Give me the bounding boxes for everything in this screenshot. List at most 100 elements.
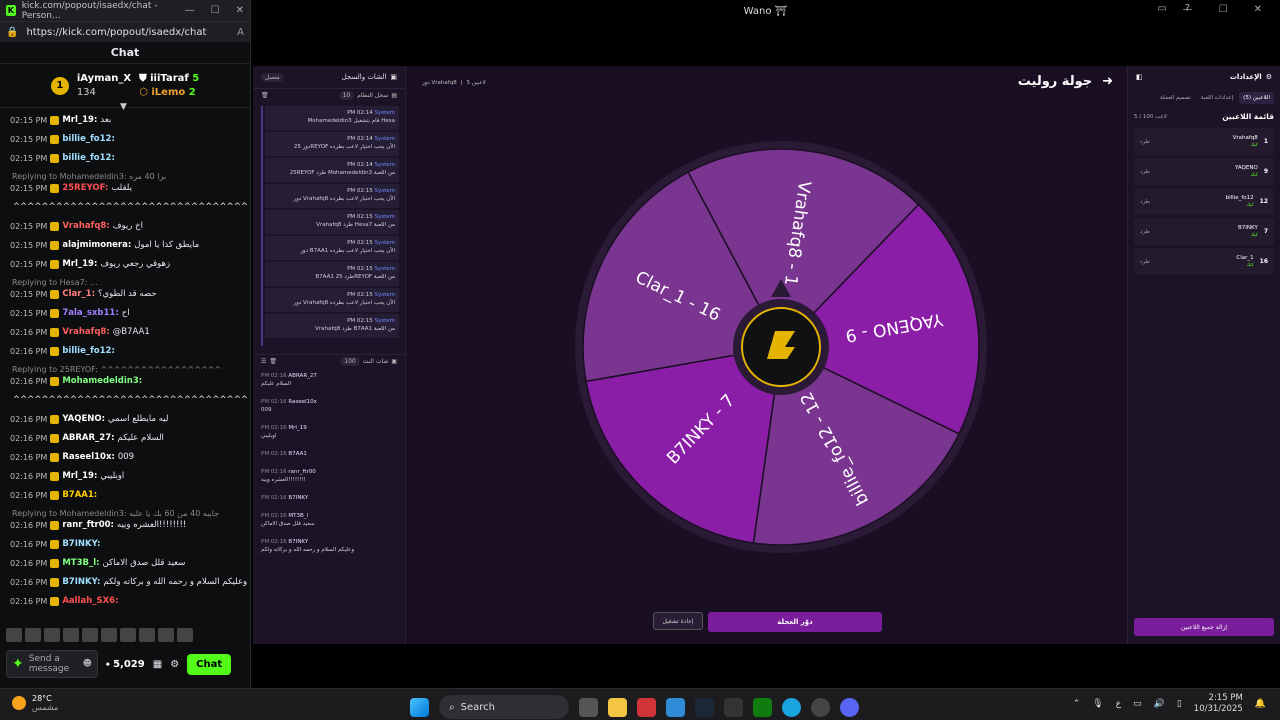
chat-message[interactable]: ^^^^^^^^^^^^^^^^^^^^^^^^^^^^^^^^^^^ [10,395,248,406]
message-username[interactable]: Aallah_SX6: [62,596,118,607]
emote-icon[interactable] [6,628,22,642]
leader-second[interactable]: ⛊ iiiTaraf 5 ⬡ iLemo 2 [139,73,199,98]
message-username[interactable]: Raseel10x: [62,452,115,463]
message-username[interactable]: 7ala_sxb11: [62,308,118,319]
message-username[interactable]: alajmimonera: [62,240,131,251]
store-icon[interactable]: ▦ [153,659,162,670]
url-text[interactable]: https://kick.com/popout/isaedx/chat [26,27,206,38]
message-username[interactable]: B7AA1: [62,490,97,501]
network-icon[interactable]: ▭ [1133,699,1142,709]
reply-context[interactable]: Replying to Mohamedeldin3: برا 40 مره [10,172,248,181]
chat-message[interactable]: 02:16 PM YAQENO: ليه مايطلع اسمي [10,414,248,425]
remove-player-button[interactable]: طرد [1140,199,1150,205]
reader-icon[interactable]: A [237,27,244,38]
weather-widget[interactable]: 28°C مشمس [12,694,58,712]
close-icon[interactable]: ✕ [1254,4,1262,15]
remove-player-button[interactable]: طرد [1140,229,1150,235]
maximize-icon[interactable]: ☐ [1219,4,1228,15]
volume-icon[interactable]: 🔊 [1154,699,1165,709]
steam-icon[interactable] [695,697,714,717]
chat-message[interactable]: 02:16 PM Mohamedeldin3: [10,376,248,387]
roulette-wheel[interactable]: Vrahafq8 - 1YAQENO - 9billie_fo12 - 12B7… [566,132,996,562]
settings-gear-icon[interactable]: ⚙ [170,659,179,670]
discord-icon[interactable] [840,697,859,717]
message-username[interactable]: Mohamedeldin3: [62,376,142,387]
language-indicator[interactable]: ع [1116,699,1121,709]
collapse-icon[interactable]: ◧ [1136,73,1143,81]
maximize-icon[interactable]: ☐ [211,5,220,16]
message-username[interactable]: B7INKY: [62,577,100,588]
message-username[interactable]: Clar_1: [62,289,95,300]
tab-wheel-design[interactable]: تصميم العجلة [1156,92,1195,104]
chrome-icon[interactable] [811,697,830,717]
chat-message[interactable]: 02:15 PM Mrl_19: بعد [10,115,248,126]
message-username[interactable]: YAQENO: [62,414,105,425]
notification-icon[interactable]: 🔔 [1255,699,1266,709]
file-explorer-icon[interactable] [608,697,627,717]
points-balance[interactable]: ⬩ 5,029 [106,659,145,670]
task-view-icon[interactable] [579,697,598,717]
message-username[interactable]: billie_fo12: [62,153,115,164]
reply-context[interactable]: Replying to Hesa7: ... [10,278,248,287]
trash-icon[interactable]: 🗑 [269,358,277,365]
chevron-up-icon[interactable]: ⌃ [1073,699,1081,709]
windows-start-icon[interactable] [410,697,429,717]
trash-icon[interactable]: 🗑 [261,92,269,99]
chat-message[interactable]: 02:16 PM Raseel10x: 009 [10,452,248,463]
close-icon[interactable]: ✕ [236,5,244,16]
screen-icon[interactable]: ▭ [1157,3,1166,14]
chat-message[interactable]: 02:16 PM billie_fo12: [10,346,248,357]
message-username[interactable]: B7INKY: [62,539,100,550]
remove-player-button[interactable]: طرد [1140,259,1150,265]
message-username[interactable]: billie_fo12: [62,346,115,357]
back-arrow-icon[interactable]: ➜ [1102,74,1113,89]
emote-icon[interactable] [44,628,60,642]
emote-icon[interactable] [139,628,155,642]
reply-context[interactable]: Replying to Mohamedeldin3: جايبه 40 من 6… [10,509,248,518]
leader-first[interactable]: iAyman_X 134 [77,73,131,98]
clock[interactable]: 2:15 PM 10/31/2025 [1194,693,1243,715]
chat-message[interactable]: 02:15 PM Clar_1: حصه قد الطوي؟ [10,289,248,300]
chat-message[interactable]: 02:16 PM B7INKY: [10,539,248,550]
chat-message[interactable]: 02:15 PM billie_fo12: [10,153,248,164]
message-username[interactable]: 25REYOF: [62,183,108,194]
taskbar-search[interactable]: ⌕ Search [439,695,569,719]
message-username[interactable]: Vrahafq8: [62,327,109,338]
epic-icon[interactable] [724,697,743,717]
emote-icon[interactable] [177,628,193,642]
app-icon[interactable] [637,697,656,717]
message-username[interactable]: ABRAR_27: [62,433,114,444]
tab-players[interactable]: اللاعبين (5) [1239,92,1274,104]
chat-input[interactable]: ✦ Send a message ☻ [6,650,98,678]
remove-player-button[interactable]: طرد [1140,169,1150,175]
chat-message[interactable]: 02:16 PM Mrl_19: اوبليبي [10,471,248,482]
message-username[interactable]: billie_fo12: [62,134,115,145]
chat-message[interactable]: 02:16 PM Vrahafq8: @B7AA1 [10,327,248,338]
message-username[interactable]: Vrahafq8: [62,221,109,232]
emote-icon[interactable] [63,628,79,642]
emote-icon[interactable] [101,628,117,642]
chat-message-list[interactable]: 02:15 PM Mrl_19: بعد 02:15 PM billie_fo12: 02… [0,111,248,624]
battery-icon[interactable]: ▯ [1177,699,1182,709]
live-chat-list[interactable]: PM 02:16 ABRAR_27 السلام عليكم PM 02:16 Ra… [261,372,397,602]
message-username[interactable]: Mrl_19: [62,115,97,126]
restart-button[interactable]: إعادة تشغيل [653,612,703,630]
emoji-icon[interactable]: ☻ [83,659,92,669]
emote-icon[interactable] [158,628,174,642]
message-username[interactable]: MT3B_l: [62,558,99,569]
emote-icon[interactable] [82,628,98,642]
reply-context[interactable]: Replying to 25REYOF: ^^^^^^^^^^^^^^^^^^ [10,365,248,374]
chat-message[interactable]: 02:15 PM Mrl_19: زهوقي رجعي ريوف [10,259,248,270]
store-icon[interactable] [666,697,685,717]
chat-message[interactable]: 02:15 PM Vrahafq8: اخ ريوف [10,221,248,232]
chat-message[interactable]: ^^^^^^^^^^^^^^^^^^^^^^^^^^^^^^^^^^^^ [10,202,248,213]
chat-message[interactable]: 02:16 PM B7INKY: وعليكم السلام و رحمه الله… [10,577,248,588]
remove-player-button[interactable]: طرد [1140,139,1150,145]
emote-bar[interactable] [6,628,193,642]
chat-message[interactable]: 02:16 PM ranr_ftr00: العشره وبيه!!!!!!!! [10,520,248,531]
chat-send-button[interactable]: Chat [187,653,232,675]
minimize-icon[interactable]: — [1183,4,1193,15]
chat-message[interactable]: 02:15 PM alajmimonera: مايطق كذا يا امول [10,240,248,251]
chat-message[interactable]: 02:16 PM MT3B_l: سعيد قلل صدق الاماكن [10,558,248,569]
connection-toggle[interactable]: متصل [261,72,284,82]
